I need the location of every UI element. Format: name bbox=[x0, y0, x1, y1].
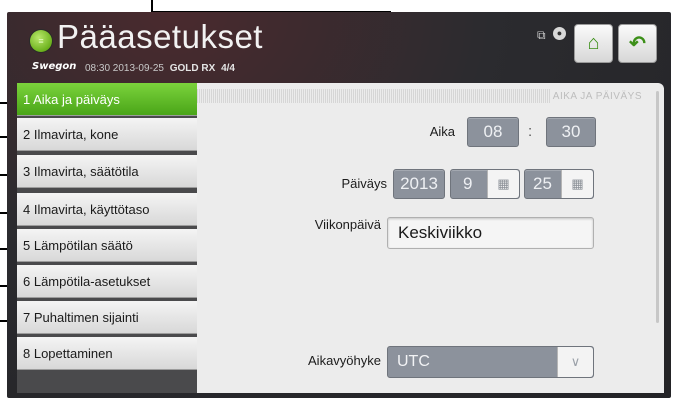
settings-panel: AIKA JA PÄIVÄYS Aika 08 : 30 Päiväys 201… bbox=[197, 83, 664, 393]
home-icon: ⌂ bbox=[587, 32, 600, 54]
brand-logo: Swegon bbox=[32, 61, 77, 72]
date-label: Päiväys bbox=[341, 176, 387, 191]
unit-model: GOLD RX bbox=[169, 63, 216, 74]
device-screen: ≡ Pääasetukset Swegon 08:30 2013-09-25 G… bbox=[7, 12, 671, 398]
chevron-down-icon[interactable]: ∨ bbox=[557, 347, 593, 377]
timezone-value: UTC bbox=[397, 353, 430, 370]
status-line: 08:30 2013-09-25 GOLD RX 4/4 bbox=[85, 63, 235, 74]
sidebar-item-ilmavirta-saatotila[interactable]: 3 Ilmavirta, säätötila bbox=[17, 155, 197, 188]
sidebar-item-lampotilan-saato[interactable]: 5 Lämpötilan säätö bbox=[17, 229, 197, 262]
datetime: 08:30 2013-09-25 bbox=[85, 63, 164, 74]
calendar-icon[interactable]: ▦ bbox=[487, 170, 519, 198]
sidebar-item-lampotila-asetukset[interactable]: 6 Lämpötila-asetukset bbox=[17, 265, 197, 298]
timezone-select[interactable]: UTC ∨ bbox=[387, 346, 594, 378]
weekday-field[interactable]: Keskiviikko bbox=[387, 217, 594, 249]
sidebar-item-ilmavirta-kayttotaso[interactable]: 4 Ilmavirta, käyttötaso bbox=[17, 193, 197, 226]
sidebar-item-ilmavirta-kone[interactable]: 2 Ilmavirta, kone bbox=[17, 118, 197, 151]
unit-number: 4/4 bbox=[221, 63, 235, 74]
sidebar-item-aika-ja-paivays[interactable]: 1 Aika ja päiväys bbox=[17, 83, 197, 116]
month-value: 9 bbox=[463, 174, 473, 193]
menu-list-icon: ≡ bbox=[30, 30, 52, 52]
day-field[interactable]: 25 ▦ bbox=[524, 169, 594, 199]
page-title: Pääasetukset bbox=[57, 18, 263, 55]
back-button[interactable]: ↶ bbox=[618, 24, 657, 63]
time-label: Aika bbox=[429, 124, 455, 139]
year-field[interactable]: 2013 bbox=[393, 169, 445, 199]
hours-field[interactable]: 08 bbox=[467, 117, 519, 147]
sidebar-menu: 1 Aika ja päiväys 2 Ilmavirta, kone 3 Il… bbox=[17, 83, 197, 393]
day-value: 25 bbox=[533, 174, 552, 193]
back-icon: ↶ bbox=[629, 33, 646, 55]
time-separator: : bbox=[528, 123, 533, 140]
home-button[interactable]: ⌂ bbox=[574, 24, 613, 63]
timezone-label: Aikavyöhyke bbox=[308, 353, 381, 368]
section-title: AIKA JA PÄIVÄYS bbox=[549, 89, 645, 103]
month-field[interactable]: 9 ▦ bbox=[450, 169, 520, 199]
network-icon: ⧉ bbox=[537, 28, 546, 42]
scrollbar[interactable] bbox=[656, 91, 659, 323]
sidebar-item-puhaltimen-sijainti[interactable]: 7 Puhaltimen sijainti bbox=[17, 301, 197, 334]
weekday-label: Viikonpäivä bbox=[314, 217, 381, 232]
minutes-field[interactable]: 30 bbox=[546, 117, 596, 147]
sidebar-item-lopettaminen[interactable]: 8 Lopettaminen bbox=[17, 337, 197, 370]
calendar-icon[interactable]: ▦ bbox=[561, 170, 593, 198]
user-icon: ● bbox=[553, 27, 566, 40]
